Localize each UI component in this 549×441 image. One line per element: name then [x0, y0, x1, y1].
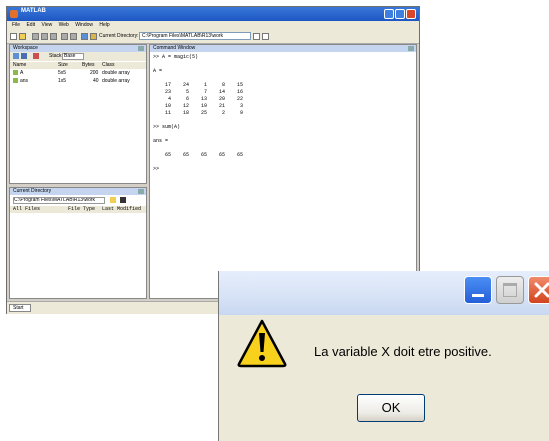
new-file-icon[interactable] — [10, 33, 17, 40]
workspace-header: Workspace — [10, 45, 146, 52]
col-bytes[interactable]: Bytes — [82, 62, 95, 68]
command-line: 23 5 7 14 16 — [153, 89, 244, 95]
close-button[interactable] — [406, 9, 416, 19]
command-line: 4 6 13 20 22 — [153, 96, 244, 102]
stack-select[interactable]: Base — [62, 53, 84, 60]
undo-icon[interactable] — [61, 33, 68, 40]
stack-label: Stack: — [49, 53, 63, 59]
help-icon[interactable] — [90, 33, 97, 40]
row-size: 1x5 — [58, 78, 67, 84]
menu-view[interactable]: View — [41, 21, 52, 30]
warning-dialog: La variable X doit etre positive. OK — [218, 271, 549, 441]
window-title: MATLAB — [21, 8, 46, 14]
paste-icon[interactable] — [50, 33, 57, 40]
cut-icon[interactable] — [32, 33, 39, 40]
row-name: A — [20, 70, 24, 76]
menu-window[interactable]: Window — [75, 21, 93, 30]
browse-folder-icon[interactable] — [262, 33, 269, 40]
command-line: >> A = magic(5) — [153, 54, 199, 60]
dropdown-arrow-icon[interactable] — [253, 33, 260, 40]
menu-web[interactable]: Web — [59, 21, 69, 30]
save-icon[interactable] — [21, 53, 27, 59]
command-line: ans = — [153, 138, 169, 144]
command-window-header: Command Window — [150, 45, 416, 52]
command-line: 11 18 25 2 9 — [153, 110, 244, 116]
current-directory-panel: Current Directory C:\Program Files\MATLA… — [9, 187, 147, 299]
menu-help[interactable]: Help — [99, 21, 109, 30]
panel-close-icon[interactable] — [138, 46, 144, 51]
current-dir-input[interactable]: C:\Program Files\MATLAB\R13\work — [139, 32, 251, 40]
dialog-maximize-button[interactable] — [496, 276, 524, 304]
dialog-minimize-button[interactable] — [464, 276, 492, 304]
toolbar: Current Directory: C:\Program Files\MATL… — [7, 30, 419, 44]
row-size: 5x5 — [58, 70, 67, 76]
menu-edit[interactable]: Edit — [26, 21, 35, 30]
col-file-type[interactable]: File Type — [68, 206, 95, 212]
col-last-modified[interactable]: Last Modified — [102, 206, 141, 212]
command-line: 10 12 19 21 3 — [153, 103, 244, 109]
minimize-button[interactable] — [384, 9, 394, 19]
command-window[interactable]: Command Window >> A = magic(5) A = 17 24… — [149, 44, 417, 299]
command-line — [153, 145, 243, 152]
table-row[interactable]: ans 1x5 40 double array — [10, 78, 146, 85]
dir-columns: All Files File Type Last Modified — [10, 206, 146, 213]
command-line — [153, 131, 243, 138]
row-bytes: 40 — [93, 78, 99, 84]
col-all-files[interactable]: All Files — [13, 206, 40, 212]
workspace-toolbar: Stack: Base — [10, 52, 146, 61]
menu-file[interactable]: File — [12, 21, 20, 30]
panel-close-icon[interactable] — [138, 189, 144, 194]
import-icon[interactable] — [13, 53, 19, 59]
warning-icon — [237, 319, 287, 368]
dialog-titlebar[interactable] — [219, 271, 549, 315]
command-line: 17 24 1 8 15 — [153, 82, 244, 88]
command-line — [153, 61, 243, 68]
command-output: >> A = magic(5) A = 17 24 1 8 15 23 5 7 … — [153, 54, 243, 173]
workspace-panel: Workspace Stack: Base Name Size Bytes Cl… — [9, 44, 147, 184]
command-line — [153, 159, 243, 166]
command-line: 65 65 65 65 65 — [153, 152, 244, 158]
command-line: >> sum(A) — [153, 124, 181, 130]
table-row[interactable]: A 5x5 200 double array — [10, 70, 146, 77]
command-line — [153, 117, 243, 124]
delete-icon[interactable] — [33, 53, 39, 59]
col-class[interactable]: Class — [102, 62, 115, 68]
up-folder-icon[interactable] — [110, 197, 116, 203]
workspace-columns: Name Size Bytes Class — [10, 62, 146, 69]
dir-path-input[interactable]: C:\Program Files\MATLAB\R13\work — [13, 197, 105, 204]
row-class: double array — [102, 78, 130, 84]
dialog-message: La variable X doit etre positive. — [314, 344, 492, 359]
maximize-button[interactable] — [395, 9, 405, 19]
ok-button[interactable]: OK — [357, 394, 425, 422]
panel-close-icon[interactable] — [408, 46, 414, 51]
minimize-icon — [472, 294, 484, 297]
col-name[interactable]: Name — [13, 62, 26, 68]
col-size[interactable]: Size — [58, 62, 68, 68]
open-folder-icon[interactable] — [19, 33, 26, 40]
matlab-window: MATLAB File Edit View Web Window Help Cu… — [6, 6, 420, 314]
row-class: double array — [102, 70, 130, 76]
menu-bar: File Edit View Web Window Help — [7, 21, 419, 30]
command-prompt[interactable]: >> — [153, 166, 243, 173]
matlab-titlebar[interactable]: MATLAB — [7, 7, 419, 21]
maximize-icon — [503, 283, 517, 297]
matlab-logo-icon — [10, 10, 18, 18]
matrix-icon — [13, 70, 18, 75]
current-dir-label: Current Directory: — [99, 33, 139, 39]
copy-icon[interactable] — [41, 33, 48, 40]
row-bytes: 200 — [90, 70, 99, 76]
simulink-icon[interactable] — [81, 33, 88, 40]
matrix-icon — [13, 78, 18, 83]
current-directory-header: Current Directory — [10, 188, 146, 195]
close-icon — [534, 282, 549, 298]
find-icon[interactable] — [120, 197, 126, 203]
start-button[interactable]: Start — [9, 304, 31, 312]
dialog-close-button[interactable] — [528, 276, 549, 304]
redo-icon[interactable] — [70, 33, 77, 40]
row-name: ans — [20, 78, 29, 84]
command-line — [153, 75, 243, 82]
command-line: A = — [153, 68, 163, 74]
